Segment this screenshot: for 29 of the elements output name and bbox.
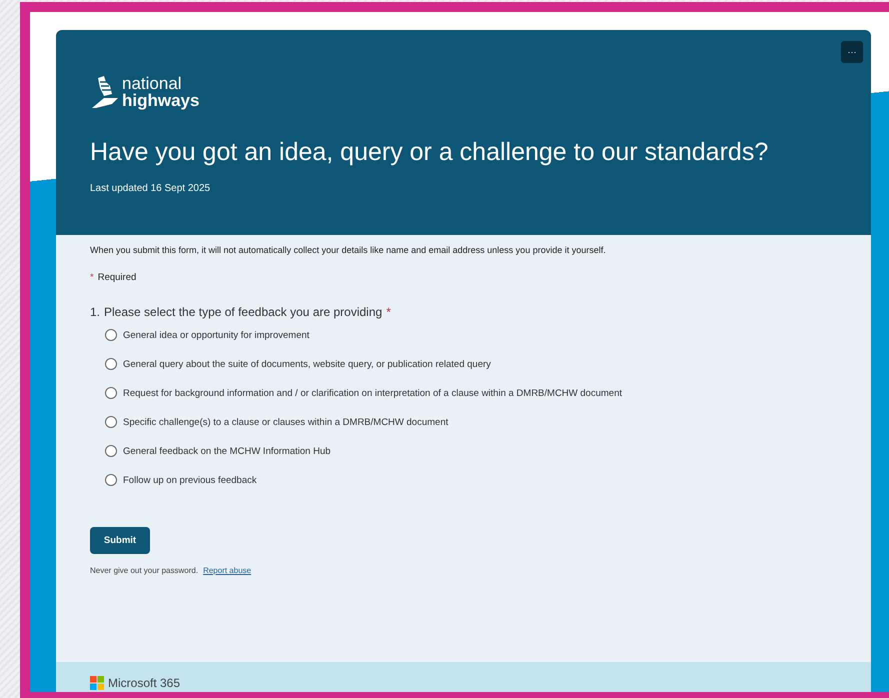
radio-button[interactable] (105, 416, 117, 428)
last-updated-text: Last updated 16 Sept 2025 (90, 183, 212, 194)
radio-button[interactable] (105, 474, 117, 486)
microsoft-logo-icon (90, 676, 104, 690)
question-text: Please select the type of feedback you are providing (104, 305, 382, 319)
required-asterisk: * (90, 272, 94, 283)
report-abuse-link[interactable]: Report abuse (203, 566, 252, 575)
logo-text: national (122, 75, 183, 92)
submit-button[interactable]: Submit (90, 527, 150, 554)
option-label[interactable]: General idea or opportunity for improvement (123, 330, 310, 340)
radio-button[interactable] (105, 445, 117, 457)
option-label[interactable]: General query about the suite of documents, website query, or publication related query (123, 358, 491, 370)
option-label[interactable]: Specific challenge(s) to a clause or clauses within a DMRB/MCHW document (123, 416, 448, 428)
radio-button[interactable] (105, 329, 117, 341)
required-label: Required (98, 272, 136, 283)
logo-text: highways (122, 92, 200, 109)
brand-name: Microsoft 365 (108, 676, 180, 690)
password-warning: Never give out your password. (90, 566, 198, 575)
form-title: Have you got an idea, query or a challenge to our standards? (90, 138, 770, 167)
privacy-notice: When you submit this form, it will not automatically collect your details like name and email address unless you provide it yourself. (90, 245, 607, 255)
question-number: 1. (90, 305, 100, 319)
option-label[interactable]: General feedback on the MCHW Information Hub (123, 446, 331, 456)
radio-button[interactable] (105, 387, 117, 399)
more-options-button[interactable]: ··· (841, 41, 863, 63)
option-label[interactable]: Follow up on previous feedback (123, 474, 257, 486)
radio-button[interactable] (105, 358, 117, 370)
ship-logo-icon (90, 74, 120, 110)
required-asterisk: * (386, 305, 391, 319)
option-label[interactable]: Request for background information and / or clarification on interpretation of a clause within a DMRB/MCHW document (123, 388, 622, 398)
